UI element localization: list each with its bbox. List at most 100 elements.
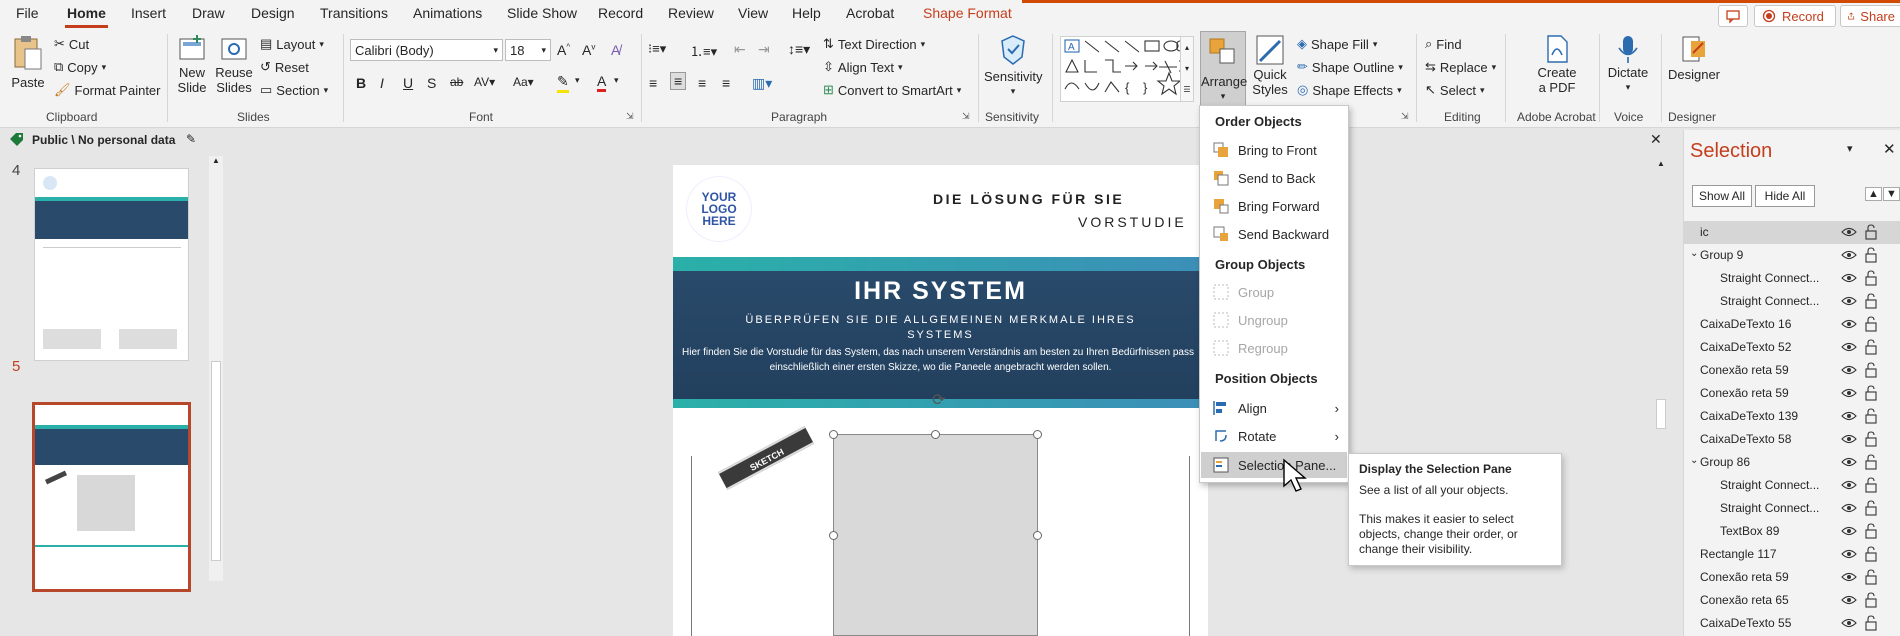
regroup-item[interactable]: Regroup: [1201, 335, 1347, 361]
expand-chevron-icon[interactable]: ⌄: [1690, 455, 1698, 466]
font-color-icon[interactable]: A: [597, 73, 607, 92]
lock-icon[interactable]: [1864, 477, 1878, 493]
clear-formatting-icon[interactable]: A̸: [611, 42, 620, 58]
selection-list-item[interactable]: Conexão reta 65: [1684, 589, 1900, 612]
justify-icon[interactable]: ≡: [722, 75, 730, 91]
close-icon[interactable]: ✕: [1650, 131, 1662, 148]
selection-list-item[interactable]: Rectangle 117: [1684, 543, 1900, 566]
lock-icon[interactable]: [1864, 615, 1878, 631]
font-name-combo[interactable]: Calibri (Body) ▾: [350, 39, 503, 61]
lock-icon[interactable]: [1864, 316, 1878, 332]
replace-button[interactable]: ⇆ Replace ▾: [1425, 59, 1496, 75]
find-button[interactable]: ⌕ Find: [1425, 36, 1462, 52]
tab-home[interactable]: Home: [65, 5, 108, 28]
dialog-launcher-icon[interactable]: ⇲: [1401, 111, 1409, 122]
thumbnails-scrollbar[interactable]: ▲: [209, 156, 223, 581]
columns-icon[interactable]: ▥▾: [752, 75, 772, 92]
dialog-launcher-icon[interactable]: ⇲: [626, 111, 634, 122]
lock-icon[interactable]: [1864, 454, 1878, 470]
tab-file[interactable]: File: [16, 5, 39, 21]
canvas-scrollbar[interactable]: ▲: [1655, 159, 1667, 636]
shape-fill-button[interactable]: ◈ Shape Fill ▾: [1297, 36, 1377, 52]
selection-list-item[interactable]: Straight Connect...: [1684, 497, 1900, 520]
dictate-button[interactable]: Dictate ▾: [1605, 33, 1651, 95]
cut-button[interactable]: ✂ Cut: [54, 36, 89, 52]
ungroup-item[interactable]: Ungroup: [1201, 307, 1347, 333]
create-pdf-button[interactable]: Create a PDF: [1527, 33, 1587, 95]
highlight-icon[interactable]: ✎: [557, 73, 569, 93]
pane-options-icon[interactable]: ▾: [1847, 142, 1853, 155]
align-left-icon[interactable]: ≡: [649, 75, 657, 91]
tab-design[interactable]: Design: [251, 5, 295, 21]
tab-animations[interactable]: Animations: [413, 5, 482, 21]
visibility-eye-icon[interactable]: [1841, 479, 1857, 491]
visibility-eye-icon[interactable]: [1841, 272, 1857, 284]
visibility-eye-icon[interactable]: [1841, 433, 1857, 445]
selection-list-item[interactable]: ic: [1684, 221, 1900, 244]
sensitivity-button[interactable]: Sensitivity ▾: [984, 33, 1043, 99]
tab-shape-format[interactable]: Shape Format: [923, 5, 1012, 21]
tab-record[interactable]: Record: [598, 5, 643, 21]
underline-icon[interactable]: U: [403, 75, 413, 91]
numbering-icon[interactable]: ⒈≡▾: [690, 41, 717, 60]
visibility-eye-icon[interactable]: [1841, 364, 1857, 376]
lock-icon[interactable]: [1864, 523, 1878, 539]
layout-button[interactable]: ▤ Layout ▾: [260, 36, 324, 52]
character-spacing-icon[interactable]: AV▾: [474, 75, 495, 89]
slide[interactable]: YOUR LOGO HERE DIE LÖSUNG FÜR SIE VORSTU…: [673, 165, 1208, 636]
lock-icon[interactable]: [1864, 270, 1878, 286]
selection-list-item[interactable]: CaixaDeTexto 16: [1684, 313, 1900, 336]
section-button[interactable]: ▭ Section ▾: [260, 82, 328, 98]
slide-heading[interactable]: DIE LÖSUNG FÜR SIE: [933, 191, 1213, 207]
selection-list-item[interactable]: TextBox 89: [1684, 520, 1900, 543]
scroll-up-icon[interactable]: ▲: [209, 156, 223, 165]
decrease-indent-icon[interactable]: ⇤: [734, 41, 746, 58]
selection-list-item[interactable]: Conexão reta 59: [1684, 359, 1900, 382]
bring-forward-item[interactable]: Bring Forward: [1201, 193, 1347, 219]
send-backward-order-icon[interactable]: ▼: [1883, 187, 1900, 201]
visibility-eye-icon[interactable]: [1841, 502, 1857, 514]
shapes-gallery-scroll[interactable]: ▴ ▾ ☰: [1180, 36, 1194, 102]
font-size-combo[interactable]: 18 ▾: [505, 39, 551, 61]
selection-list-item[interactable]: Conexão reta 59: [1684, 566, 1900, 589]
visibility-eye-icon[interactable]: [1841, 318, 1857, 330]
group-item[interactable]: Group: [1201, 279, 1347, 305]
lock-icon[interactable]: [1864, 500, 1878, 516]
selection-list-item[interactable]: ⌄ Group 86: [1684, 451, 1900, 474]
resize-handle[interactable]: [931, 430, 940, 439]
tab-draw[interactable]: Draw: [192, 5, 225, 21]
tab-view[interactable]: View: [738, 5, 768, 21]
selection-list-item[interactable]: ⌄ Group 9: [1684, 244, 1900, 267]
scroll-up-icon[interactable]: ▲: [1655, 159, 1667, 168]
selected-rectangle[interactable]: [833, 434, 1038, 636]
tab-acrobat[interactable]: Acrobat: [846, 5, 894, 21]
shadow-icon[interactable]: S: [427, 75, 436, 91]
send-to-back-item[interactable]: Send to Back: [1201, 165, 1347, 191]
selection-list-item[interactable]: CaixaDeTexto 139: [1684, 405, 1900, 428]
bring-to-front-item[interactable]: Bring to Front: [1201, 137, 1347, 163]
bring-forward-order-icon[interactable]: ▲: [1865, 187, 1882, 201]
quick-styles-button[interactable]: Quick Styles: [1248, 33, 1292, 97]
visibility-eye-icon[interactable]: [1841, 341, 1857, 353]
format-painter-button[interactable]: 🖌 Format Painter: [54, 82, 161, 98]
new-slide-button[interactable]: New Slide: [173, 33, 211, 95]
visibility-eye-icon[interactable]: [1841, 410, 1857, 422]
lock-icon[interactable]: [1864, 408, 1878, 424]
text-direction-button[interactable]: ⇅ Text Direction ▾: [823, 36, 925, 52]
bullets-icon[interactable]: ⁝≡▾: [648, 41, 666, 57]
selection-list-item[interactable]: CaixaDeTexto 58: [1684, 428, 1900, 451]
arrange-button[interactable]: Arrange ▾: [1200, 31, 1247, 109]
vertical-connector-right[interactable]: [1189, 456, 1190, 636]
lock-icon[interactable]: [1864, 569, 1878, 585]
title-banner[interactable]: IHR SYSTEM ÜBERPRÜFEN SIE DIE ALLGEMEINE…: [673, 271, 1208, 399]
selection-list-item[interactable]: CaixaDeTexto 55: [1684, 612, 1900, 635]
lock-icon[interactable]: [1864, 592, 1878, 608]
visibility-eye-icon[interactable]: [1841, 295, 1857, 307]
shape-effects-button[interactable]: ◎ Shape Effects ▾: [1297, 82, 1402, 98]
selection-list-item[interactable]: Straight Connect...: [1684, 290, 1900, 313]
designer-button[interactable]: Designer: [1666, 33, 1722, 82]
tab-slide-show[interactable]: Slide Show: [507, 5, 577, 21]
align-right-icon[interactable]: ≡: [698, 75, 706, 91]
vertical-connector-left[interactable]: [691, 456, 692, 636]
change-case-icon[interactable]: Aa▾: [513, 75, 534, 89]
